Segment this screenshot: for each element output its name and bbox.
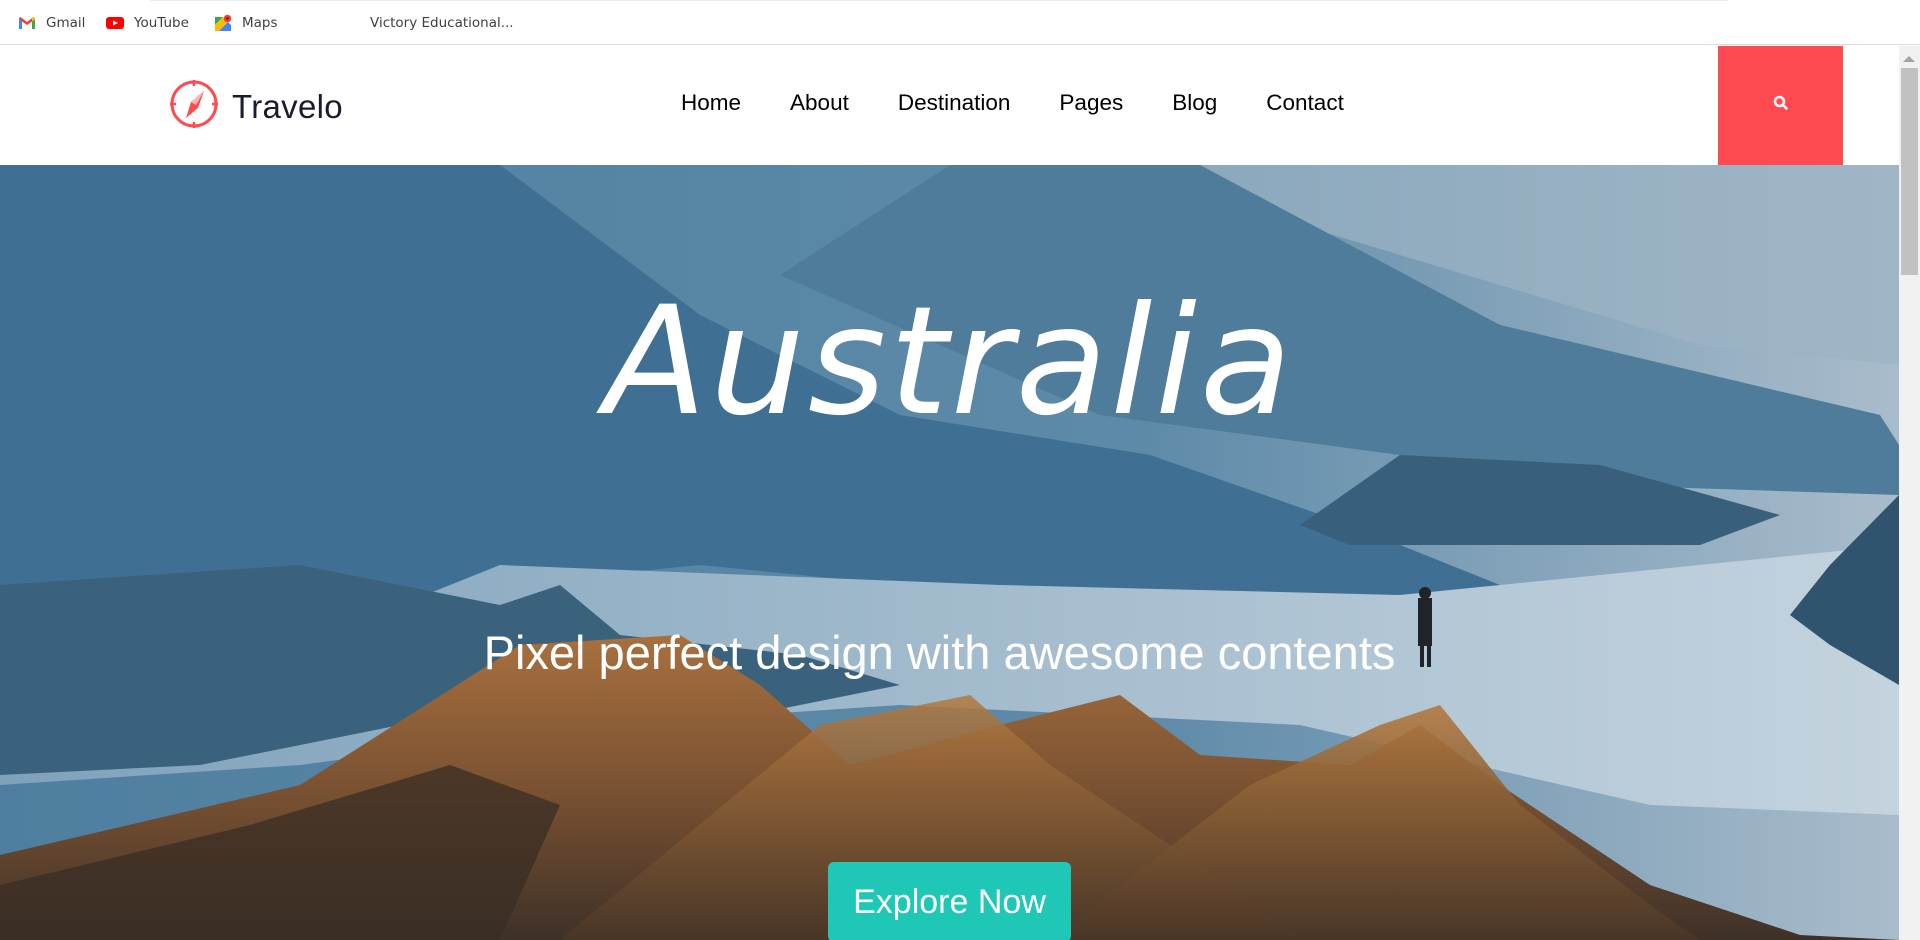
hero-subtitle: Pixel perfect design with awesome conten… xyxy=(483,626,1396,679)
youtube-icon xyxy=(106,14,124,32)
bookmark-untitled[interactable] xyxy=(302,12,330,34)
explore-now-button[interactable]: Explore Now xyxy=(828,862,1071,940)
bookmark-label: Victory Educational... xyxy=(370,15,514,31)
compass-icon xyxy=(168,78,220,135)
globe-icon xyxy=(342,14,360,32)
maps-icon xyxy=(214,14,232,32)
hero-banner: Australia Pixel perfect design with awes… xyxy=(0,165,1899,940)
bookmark-label: Gmail xyxy=(46,15,86,31)
nav-blog[interactable]: Blog xyxy=(1172,90,1217,116)
bookmark-gmail[interactable]: Gmail xyxy=(18,12,85,34)
search-icon xyxy=(1773,95,1789,116)
bookmark-victory-educational[interactable]: Victory Educational... xyxy=(342,12,514,34)
bookmark-youtube[interactable]: YouTube xyxy=(106,12,189,34)
scroll-up-arrow-icon[interactable] xyxy=(1903,56,1915,62)
globe-icon xyxy=(302,14,320,32)
page-scrollbar[interactable] xyxy=(1899,46,1920,940)
bookmark-label: Maps xyxy=(242,15,278,31)
bookmark-maps[interactable]: Maps xyxy=(214,12,278,34)
nav-pages[interactable]: Pages xyxy=(1059,90,1123,116)
search-button[interactable] xyxy=(1718,46,1843,165)
bookmark-label: YouTube xyxy=(134,15,189,31)
nav-destination[interactable]: Destination xyxy=(898,90,1011,116)
logo-text: Travelo xyxy=(232,87,343,125)
address-bar-edge xyxy=(150,0,1728,1)
nav-contact[interactable]: Contact xyxy=(1266,90,1344,116)
main-nav: Home About Destination Pages Blog Contac… xyxy=(681,90,1393,116)
scroll-thumb[interactable] xyxy=(1901,68,1918,275)
bookmarks-bar: Gmail YouTube Maps Victory Educational..… xyxy=(0,0,1920,45)
site-logo[interactable]: Travelo xyxy=(168,78,343,135)
hero-title: Australia xyxy=(604,275,1295,449)
nav-about[interactable]: About xyxy=(790,90,849,116)
nav-home[interactable]: Home xyxy=(681,90,741,116)
gmail-icon xyxy=(18,14,36,32)
